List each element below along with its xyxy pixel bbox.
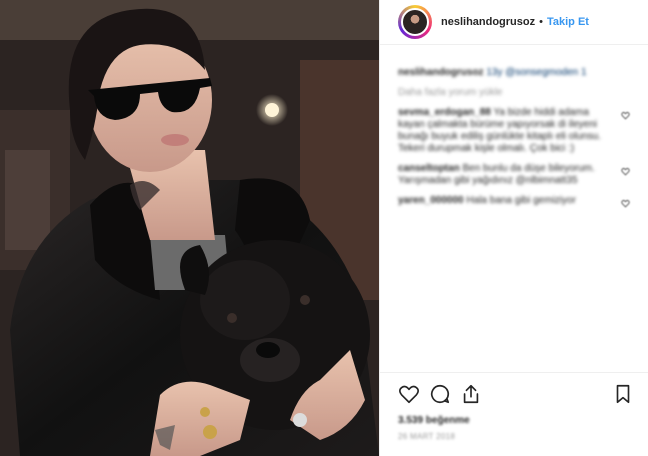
comments-list: neslihandogrusoz 13y @sonsegmoden 1 Daha…: [380, 45, 648, 208]
post-actions: 3.539 beğenme 26 MART 2018: [380, 372, 648, 441]
caption-username[interactable]: neslihandogrusoz: [398, 67, 484, 78]
username-link[interactable]: neslihandogrusoz: [441, 16, 535, 28]
post-date: 26 MART 2018: [398, 432, 456, 441]
comment-username[interactable]: sevma_erdogan_88: [398, 107, 491, 118]
comment-username[interactable]: canseltoptan: [398, 163, 460, 174]
share-icon[interactable]: [460, 383, 482, 405]
comment-item: sevma_erdogan_88 Ya bizde hiddi adama ka…: [398, 107, 630, 155]
load-more-comments[interactable]: Daha fazla yorum yükle: [398, 87, 630, 99]
post-photo[interactable]: [0, 0, 379, 456]
caption-text: 13y @sonsegmoden 1: [486, 67, 587, 78]
comment-like-icon[interactable]: [621, 111, 630, 120]
post-header: neslihandogrusoz • Takip Et: [380, 0, 648, 45]
bookmark-icon[interactable]: [612, 383, 634, 405]
comment-like-icon[interactable]: [621, 167, 630, 176]
comment-like-icon[interactable]: [621, 199, 630, 208]
avatar[interactable]: [398, 5, 432, 39]
comment-item: canseltoptan Ben bunlu da düşe bileyorum…: [398, 163, 630, 187]
avatar-image: [401, 8, 429, 36]
likes-count[interactable]: 3.539 beğenme: [398, 415, 634, 426]
load-more-label: Daha fazla yorum yükle: [398, 87, 503, 98]
caption: neslihandogrusoz 13y @sonsegmoden 1: [398, 67, 630, 79]
action-icons: [398, 381, 634, 407]
comment-item: yaren_000000 Hala bana gibi gemiziyor: [398, 195, 630, 208]
post-side-panel: neslihandogrusoz • Takip Et neslihandogr…: [379, 0, 648, 456]
comment-text: Hala bana gibi gemiziyor: [466, 195, 576, 206]
comment-icon[interactable]: [429, 383, 451, 405]
follow-button[interactable]: Takip Et: [547, 16, 589, 28]
post-photo-illustration: [0, 0, 379, 456]
instagram-post: neslihandogrusoz • Takip Et neslihandogr…: [0, 0, 648, 456]
comment-username[interactable]: yaren_000000: [398, 195, 464, 206]
heart-icon[interactable]: [398, 383, 420, 405]
header-separator: •: [539, 16, 543, 28]
